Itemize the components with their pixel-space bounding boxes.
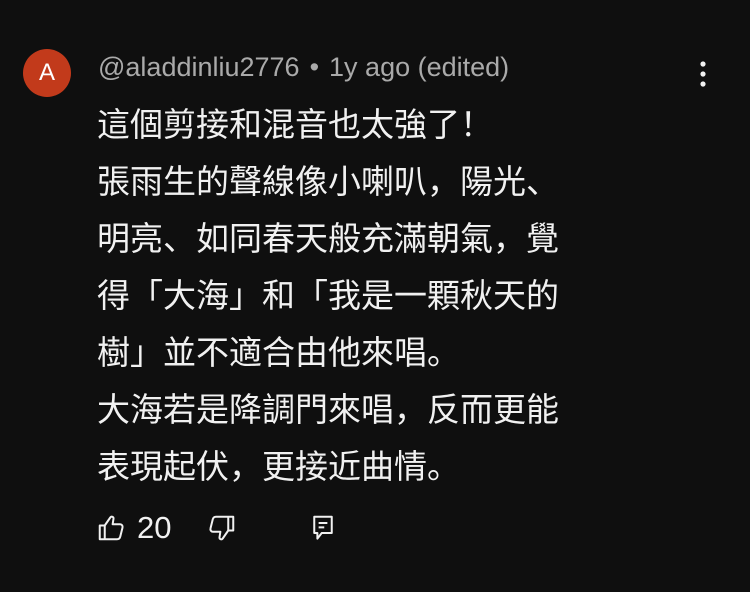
thumbs-down-icon bbox=[209, 515, 235, 541]
meta-separator: • bbox=[309, 51, 320, 82]
comment-line: 張雨生的聲線像小喇叭，陽光、 bbox=[97, 162, 559, 201]
more-actions-button[interactable] bbox=[686, 56, 720, 92]
thumbs-up-icon bbox=[98, 515, 124, 541]
comment-line: 表現起伏，更接近曲情。 bbox=[97, 447, 460, 486]
comment-line: 得「大海」和「我是一顆秋天的 bbox=[97, 276, 559, 315]
comment-line: 樹」並不適合由他來唱。 bbox=[97, 333, 460, 372]
comment-line: 明亮、如同春天般充滿朝氣，覺 bbox=[97, 219, 559, 258]
comment-text: 這個剪接和混音也太強了！ 張雨生的聲線像小喇叭，陽光、 明亮、如同春天般充滿朝氣… bbox=[97, 96, 697, 495]
like-button[interactable] bbox=[96, 507, 130, 549]
avatar-letter: A bbox=[38, 59, 55, 86]
vertical-dots-icon bbox=[700, 61, 706, 87]
like-count: 20 bbox=[137, 510, 172, 545]
comment-header: @aladdinliu2776 • 1y ago (edited) bbox=[98, 49, 509, 85]
reply-button[interactable] bbox=[308, 507, 342, 549]
reply-comment-icon bbox=[313, 515, 333, 540]
comment-line: 大海若是降調門來唱，反而更能 bbox=[97, 390, 559, 429]
dislike-button[interactable] bbox=[207, 507, 241, 549]
comment-timestamp[interactable]: 1y ago (edited) bbox=[329, 52, 509, 83]
comment-line: 這個剪接和混音也太強了！ bbox=[97, 105, 493, 144]
author-handle[interactable]: @aladdinliu2776 bbox=[98, 52, 300, 83]
avatar[interactable]: A bbox=[23, 49, 71, 97]
